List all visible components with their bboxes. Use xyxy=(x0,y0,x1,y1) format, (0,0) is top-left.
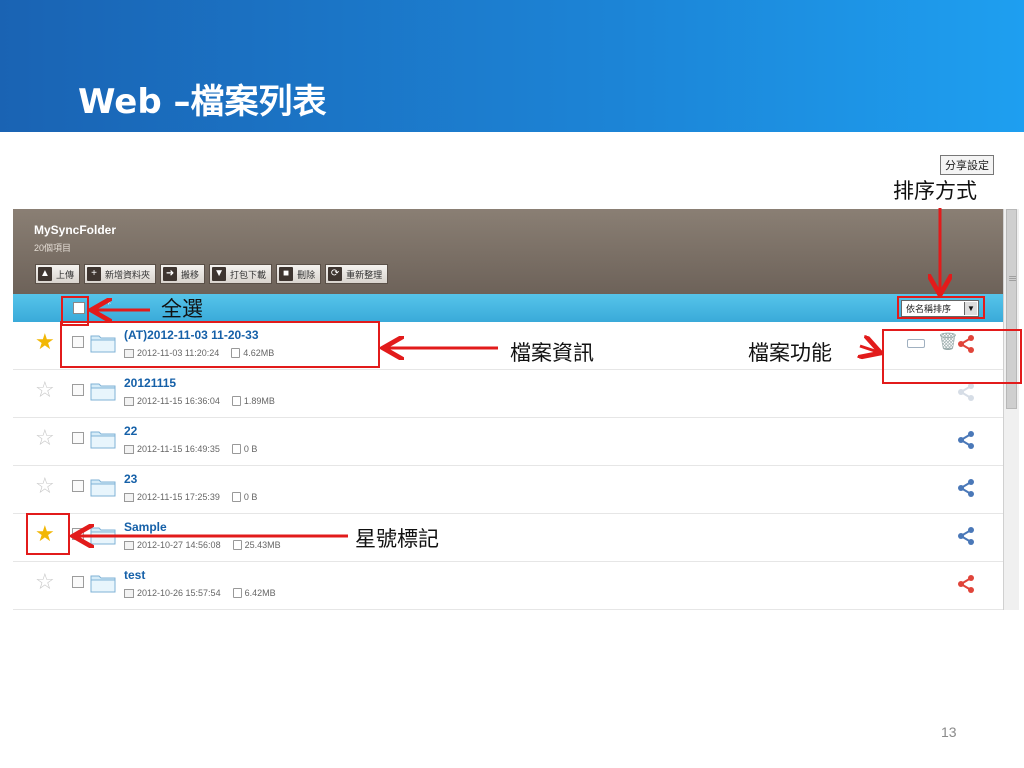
file-size-icon xyxy=(232,588,242,598)
file-actions xyxy=(903,524,993,548)
toolbar-button-label: 刪除 xyxy=(297,269,316,280)
toolbar-button-label: 搬移 xyxy=(181,269,200,280)
calendar-icon xyxy=(124,444,134,454)
row-checkbox[interactable] xyxy=(72,384,84,396)
file-size-icon xyxy=(231,444,241,454)
file-date: 2012-10-26 15:57:54 xyxy=(137,588,221,598)
callout-file-info-label: 檔案資訊 xyxy=(510,341,594,365)
file-size: 0 B xyxy=(243,444,258,454)
file-size: 25.43MB xyxy=(244,540,281,550)
file-size-icon xyxy=(232,540,242,550)
row-checkbox[interactable] xyxy=(72,480,84,492)
callout-file-functions-label: 檔案功能 xyxy=(748,341,832,365)
toolbar-button-label: 上傳 xyxy=(56,269,75,280)
folder-icon xyxy=(90,527,116,545)
share-icon[interactable] xyxy=(955,573,977,595)
star-icon[interactable]: ☆ xyxy=(35,572,55,594)
callout-box-star xyxy=(26,513,70,555)
callout-box-sort xyxy=(897,296,985,319)
callout-box-file-info xyxy=(60,321,380,368)
toolbar-button-label: 打包下載 xyxy=(230,269,267,280)
download-icon: ▼ xyxy=(212,267,227,281)
toolbar-button-label: 新增資料夾 xyxy=(105,269,151,280)
star-icon[interactable]: ☆ xyxy=(35,428,55,450)
file-size-icon xyxy=(231,396,241,406)
folder-title: MySyncFolder xyxy=(34,223,117,237)
file-row[interactable]: ☆ 20121115 2012-11-15 16:36:04 1.89MB xyxy=(13,370,1003,418)
file-date: 2012-11-15 16:36:04 xyxy=(137,396,220,406)
file-date: 2012-11-15 16:49:35 xyxy=(137,444,220,454)
file-actions xyxy=(903,572,993,596)
file-list-app: MySyncFolder 20個項目 ▲ 上傳 + 新增資料夾 ➜ 搬移 ▼ 打包下載 ■ 刪除 ⟳… xyxy=(13,209,1019,610)
toolbar-button-label: 重新整理 xyxy=(346,269,383,280)
move-icon: ➜ xyxy=(163,267,178,281)
item-count: 20個項目 xyxy=(34,243,72,253)
scrollbar[interactable]: ≡ xyxy=(1003,209,1019,610)
file-date: 2012-11-15 17:25:39 xyxy=(137,492,220,502)
delete-icon: ■ xyxy=(279,267,294,281)
folder-icon xyxy=(90,383,116,401)
file-actions xyxy=(903,428,993,452)
callout-select-all-label: 全選 xyxy=(161,297,203,321)
new-folder-icon: + xyxy=(87,267,102,281)
share-settings-tooltip: 分享設定 xyxy=(940,155,994,175)
slide-title: Web –檔案列表 xyxy=(78,82,327,122)
file-size: 6.42MB xyxy=(244,588,276,598)
toolbar-button-download[interactable]: ▼ 打包下載 xyxy=(209,264,273,284)
callout-star-label: 星號標記 xyxy=(355,527,439,551)
calendar-icon xyxy=(124,492,134,502)
file-name-link[interactable]: 23 xyxy=(124,472,137,486)
file-row[interactable]: ☆ 22 2012-11-15 16:49:35 0 B xyxy=(13,418,1003,466)
share-icon[interactable] xyxy=(955,477,977,499)
callout-box-file-functions xyxy=(882,329,1022,384)
calendar-icon xyxy=(124,396,134,406)
star-icon[interactable]: ★ xyxy=(35,332,55,354)
toolbar-button-new-folder[interactable]: + 新增資料夾 xyxy=(84,264,157,284)
folder-icon xyxy=(90,431,116,449)
file-size: 0 B xyxy=(243,492,258,502)
folder-icon xyxy=(90,479,116,497)
file-date: 2012-10-27 14:56:08 xyxy=(137,540,221,550)
page-number: 13 xyxy=(941,724,957,740)
file-meta: 2012-11-15 17:25:39 0 B xyxy=(124,492,257,502)
share-icon[interactable] xyxy=(955,429,977,451)
share-icon[interactable] xyxy=(955,525,977,547)
file-meta: 2012-10-27 14:56:08 25.43MB xyxy=(124,540,281,550)
file-row[interactable]: ☆ 23 2012-11-15 17:25:39 0 B xyxy=(13,466,1003,514)
toolbar: ▲ 上傳 + 新增資料夾 ➜ 搬移 ▼ 打包下載 ■ 刪除 ⟳ 重新整理 xyxy=(35,264,389,286)
file-row[interactable]: ★ Sample 2012-10-27 14:56:08 25.43MB xyxy=(13,514,1003,562)
file-meta: 2012-11-15 16:36:04 1.89MB xyxy=(124,396,275,406)
row-checkbox[interactable] xyxy=(72,528,84,540)
scroll-grip-icon: ≡ xyxy=(1008,272,1018,285)
folder-icon xyxy=(90,575,116,593)
refresh-icon: ⟳ xyxy=(328,267,343,281)
toolbar-button-upload[interactable]: ▲ 上傳 xyxy=(35,264,81,284)
file-size: 1.89MB xyxy=(243,396,275,406)
callout-sort-label: 排序方式 xyxy=(893,179,977,203)
toolbar-button-refresh[interactable]: ⟳ 重新整理 xyxy=(325,264,389,284)
file-size-icon xyxy=(231,492,241,502)
toolbar-button-move[interactable]: ➜ 搬移 xyxy=(160,264,206,284)
file-row[interactable]: ☆ test 2012-10-26 15:57:54 6.42MB xyxy=(13,562,1003,610)
star-icon[interactable]: ☆ xyxy=(35,380,55,402)
star-icon[interactable]: ☆ xyxy=(35,476,55,498)
file-name-link[interactable]: Sample xyxy=(124,520,167,534)
calendar-icon xyxy=(124,588,134,598)
app-header: MySyncFolder 20個項目 ▲ 上傳 + 新增資料夾 ➜ 搬移 ▼ 打包下載 ■ 刪除 ⟳… xyxy=(13,209,1003,294)
file-name-link[interactable]: 20121115 xyxy=(124,376,176,390)
upload-icon: ▲ xyxy=(38,267,52,281)
file-meta: 2012-11-15 16:49:35 0 B xyxy=(124,444,257,454)
sort-star-icon: * xyxy=(106,299,111,310)
row-checkbox[interactable] xyxy=(72,576,84,588)
file-name-link[interactable]: 22 xyxy=(124,424,137,438)
toolbar-button-delete[interactable]: ■ 刪除 xyxy=(276,264,322,284)
row-checkbox[interactable] xyxy=(72,432,84,444)
file-actions xyxy=(903,476,993,500)
file-meta: 2012-10-26 15:57:54 6.42MB xyxy=(124,588,276,598)
file-name-link[interactable]: test xyxy=(124,568,145,582)
calendar-icon xyxy=(124,540,134,550)
share-icon[interactable] xyxy=(955,381,977,403)
